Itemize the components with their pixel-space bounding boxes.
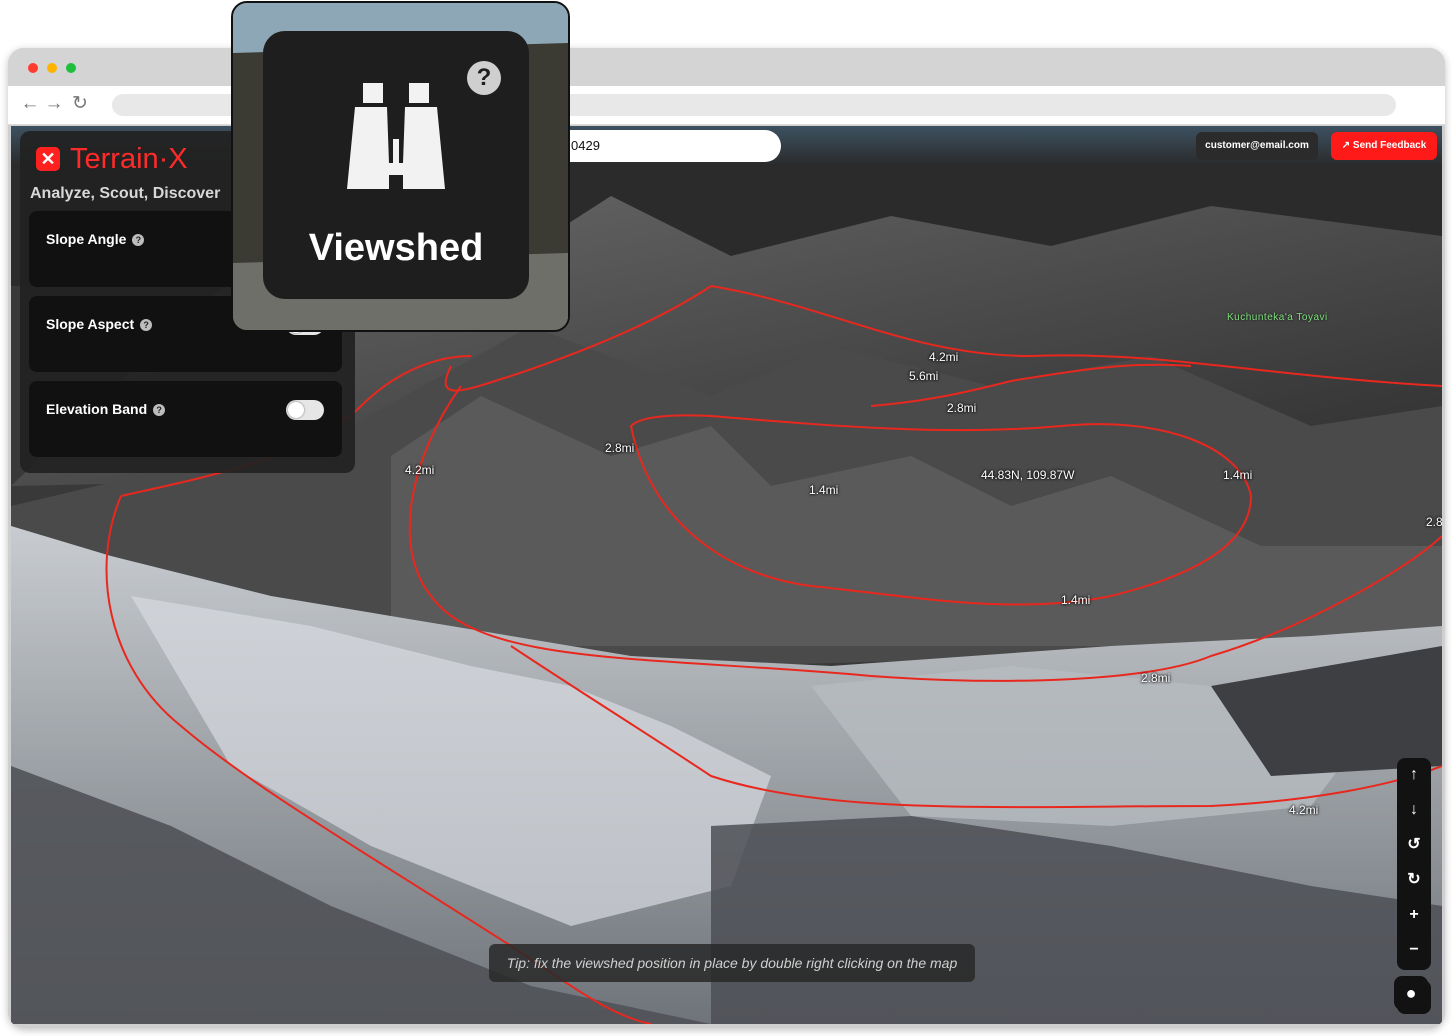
minimize-window-dot[interactable] [47,63,57,73]
terrain-map[interactable]: 4.2mi 5.6mi 2.8mi 2.8mi 4.2mi 1.4mi 44.8… [11,126,1442,1024]
map-navigation-controls: ↑ ↓ ↺ ↻ + − [1397,758,1431,970]
tool-label-slope-angle: Slope Angle? [46,231,145,247]
browser-titlebar [8,48,1445,86]
tool-label-slope-aspect: Slope Aspect? [46,316,153,332]
viewshed-title: Viewshed [308,227,484,269]
help-icon[interactable]: ? [132,234,145,246]
maximize-window-dot[interactable] [66,63,76,73]
pan-up-button[interactable]: ↑ [1397,760,1431,790]
viewshed-callout: ? Viewshed [231,1,570,332]
send-feedback-button[interactable]: ↗ Send Feedback [1331,132,1437,160]
browser-navbar: ← → ↻ [8,86,1445,125]
tool-label-elevation-band: Elevation Band? [46,401,166,417]
viewshed-tool-card[interactable]: ? Viewshed [263,31,529,299]
distance-label: 4.2mi [405,463,435,477]
zoom-out-button[interactable]: − [1397,935,1431,965]
brand-logo-icon: ✕ [36,147,60,171]
distance-label: 4.2mi [1289,803,1319,817]
reload-icon[interactable]: ↻ [70,93,90,115]
tagline: Analyze, Scout, Discover [30,185,221,202]
back-arrow-icon[interactable]: ← [20,93,40,115]
rotate-left-button[interactable]: ↺ [1397,830,1431,860]
viewshed-tip: Tip: fix the viewshed position in place … [489,944,975,982]
distance-label: 2.8mi [605,441,635,455]
send-feedback-label: Send Feedback [1352,140,1427,151]
distance-label: 2.8mi [1141,671,1171,685]
help-icon[interactable]: ? [467,61,501,95]
distance-label: 2.8mi [947,401,977,415]
toggle-knob [288,402,304,418]
help-icon[interactable]: ? [153,404,166,416]
browser-window: ← → ↻ 4.2mi 5.6mi 2.8mi 2.8mi 4.2mi 1.4m… [8,48,1445,1028]
zoom-in-button[interactable]: + [1397,900,1431,930]
distance-label: 1.4mi [1061,593,1091,607]
tool-card-elevation-band: Elevation Band? [29,381,342,457]
coordinate-search-input[interactable]: 0429 [551,130,781,162]
place-name-label: Kuchunteka'a Toyavi [1227,312,1328,323]
user-account-chip[interactable]: customer@email.com [1196,132,1318,160]
distance-label: 5.6mi [909,369,939,383]
forward-arrow-icon[interactable]: → [44,93,64,115]
distance-label: 4.2mi [929,350,959,364]
rotate-right-button[interactable]: ↻ [1397,865,1431,895]
distance-label: 1.4mi [1223,468,1253,482]
help-icon[interactable]: ? [140,319,153,331]
distance-label: 2.8 [1426,515,1442,529]
elevation-band-toggle[interactable] [286,400,324,420]
distance-label: 1.4mi [809,483,839,497]
binoculars-icon [347,83,445,189]
brand-name: Terrain·X [70,143,188,175]
center-coordinate-label: 44.83N, 109.87W [981,468,1075,482]
pan-down-button[interactable]: ↓ [1397,795,1431,825]
close-window-dot[interactable] [28,63,38,73]
globe-icon[interactable]: ● [1394,976,1428,1010]
external-link-icon: ↗ [1341,140,1353,151]
